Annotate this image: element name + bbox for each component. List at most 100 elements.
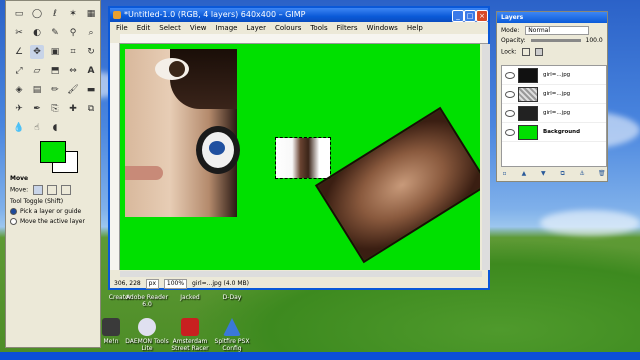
layer-thumbnail bbox=[518, 67, 538, 83]
layer-row[interactable]: girl=...jpg bbox=[502, 104, 606, 123]
close-button[interactable]: × bbox=[476, 10, 488, 22]
eye-icon[interactable] bbox=[505, 90, 515, 98]
lock-alpha-icon[interactable] bbox=[534, 48, 543, 56]
foreground-select-tool-icon[interactable]: ◐ bbox=[30, 26, 44, 40]
tool-toggle-label: Tool Toggle (Shift) bbox=[10, 198, 64, 205]
zoom-tool-icon[interactable]: ⌕ bbox=[84, 26, 98, 40]
layer-row[interactable]: girl=...jpg bbox=[502, 85, 606, 104]
lower-layer-icon[interactable]: ▼ bbox=[540, 170, 547, 177]
menu-view[interactable]: View bbox=[190, 24, 207, 32]
lock-pixels-checkbox[interactable] bbox=[521, 48, 530, 56]
eraser-tool-icon[interactable]: ▬ bbox=[84, 83, 98, 97]
maximize-button[interactable]: □ bbox=[464, 10, 476, 22]
blend-tool-icon[interactable]: ▤ bbox=[30, 83, 44, 97]
anchor-layer-icon[interactable]: ⚓ bbox=[579, 170, 586, 177]
blur-tool-icon[interactable]: 💧 bbox=[12, 121, 26, 135]
move-layer-mode-icon[interactable] bbox=[33, 185, 44, 195]
new-layer-icon[interactable]: ▫ bbox=[501, 170, 508, 177]
clone-tool-icon[interactable]: ⎘ bbox=[48, 102, 62, 116]
measure-tool-icon[interactable]: ∠ bbox=[12, 45, 26, 59]
fuzzy-select-tool-icon[interactable]: ✶ bbox=[66, 7, 80, 21]
align-tool-icon[interactable]: ▣ bbox=[48, 45, 62, 59]
eye-icon[interactable] bbox=[505, 128, 515, 136]
option-pick-layer[interactable]: Pick a layer or guide bbox=[10, 208, 98, 215]
flip-tool-icon[interactable]: ⇔ bbox=[66, 64, 80, 78]
move-selection-mode-icon[interactable] bbox=[46, 185, 57, 195]
dodge-burn-tool-icon[interactable]: ◖ bbox=[48, 121, 62, 135]
opacity-label: Opacity: bbox=[501, 37, 526, 44]
menu-file[interactable]: File bbox=[116, 24, 128, 32]
menu-tools[interactable]: Tools bbox=[310, 24, 327, 32]
color-swatches bbox=[40, 141, 80, 175]
desktop-icon-spitfire-psx[interactable]: Spitfire PSX Config bbox=[207, 318, 257, 352]
layer-name: Background bbox=[543, 129, 581, 135]
eye-icon[interactable] bbox=[505, 71, 515, 79]
unit-select[interactable]: px bbox=[145, 278, 159, 289]
duplicate-layer-icon[interactable]: ⧉ bbox=[559, 170, 566, 177]
smudge-tool-icon[interactable]: ☝ bbox=[30, 121, 44, 135]
zoom-select[interactable]: 100% bbox=[163, 278, 188, 289]
ellipse-select-tool-icon[interactable]: ◯ bbox=[30, 7, 44, 21]
menu-image[interactable]: Image bbox=[216, 24, 238, 32]
layer-rotated-photo[interactable] bbox=[314, 106, 480, 264]
image-window-titlebar[interactable]: *Untitled-1.0 (RGB, 4 layers) 640x400 – … bbox=[110, 8, 488, 22]
delete-layer-icon[interactable]: 🗑 bbox=[598, 170, 606, 177]
desktop-icon-label: DAEMON Tools Lite bbox=[125, 338, 169, 352]
minimize-button[interactable]: _ bbox=[452, 10, 464, 22]
scissors-tool-icon[interactable]: ✂ bbox=[12, 26, 26, 40]
menu-help[interactable]: Help bbox=[407, 24, 423, 32]
portrait-robot-lens bbox=[209, 141, 225, 155]
layer-name: girl=...jpg bbox=[543, 72, 571, 78]
image-canvas[interactable] bbox=[120, 44, 480, 270]
layers-dialog: Layers Mode: Normal Opacity: 100.0 Lock:… bbox=[496, 11, 608, 182]
menu-edit[interactable]: Edit bbox=[137, 24, 151, 32]
vertical-scrollbar[interactable] bbox=[482, 44, 490, 270]
menu-filters[interactable]: Filters bbox=[337, 24, 358, 32]
select-by-color-tool-icon[interactable]: ▦ bbox=[84, 7, 98, 21]
move-tool-icon[interactable]: ✥ bbox=[30, 45, 44, 59]
scale-tool-icon[interactable]: ⤢ bbox=[12, 64, 26, 78]
opacity-value[interactable]: 100.0 bbox=[586, 37, 603, 44]
tool-options-title: Move bbox=[10, 175, 29, 182]
layer-thumbnail bbox=[518, 105, 538, 121]
menu-windows[interactable]: Windows bbox=[367, 24, 398, 32]
layer-small-photo[interactable] bbox=[275, 137, 331, 179]
menubar: File Edit Select View Image Layer Colours Tools… bbox=[110, 22, 488, 34]
foreground-color-swatch[interactable] bbox=[40, 141, 66, 163]
pencil-tool-icon[interactable]: ✏ bbox=[48, 83, 62, 97]
free-select-tool-icon[interactable]: ℓ bbox=[48, 7, 62, 21]
move-mode-row: Move: bbox=[10, 185, 98, 195]
layer-mode-select[interactable]: Normal bbox=[525, 26, 590, 35]
option-move-active-layer[interactable]: Move the active layer bbox=[10, 218, 98, 225]
vertical-ruler bbox=[110, 43, 120, 270]
image-window-title: *Untitled-1.0 (RGB, 4 layers) 640x400 – … bbox=[124, 10, 306, 19]
perspective-clone-tool-icon[interactable]: ⧉ bbox=[84, 102, 98, 116]
eye-icon[interactable] bbox=[505, 109, 515, 117]
menu-colours[interactable]: Colours bbox=[275, 24, 301, 32]
shear-tool-icon[interactable]: ▱ bbox=[30, 64, 44, 78]
ink-tool-icon[interactable]: ✒ bbox=[30, 102, 44, 116]
perspective-tool-icon[interactable]: ⬒ bbox=[48, 64, 62, 78]
menu-select[interactable]: Select bbox=[159, 24, 181, 32]
paintbrush-tool-icon[interactable]: 🖌 bbox=[66, 83, 80, 97]
airbrush-tool-icon[interactable]: ✈ bbox=[12, 102, 26, 116]
paths-tool-icon[interactable]: ✎ bbox=[48, 26, 62, 40]
crop-tool-icon[interactable]: ⌗ bbox=[66, 45, 80, 59]
lock-label: Lock: bbox=[501, 48, 517, 56]
horizontal-scrollbar[interactable] bbox=[120, 271, 482, 277]
heal-tool-icon[interactable]: ✚ bbox=[66, 102, 80, 116]
menu-layer[interactable]: Layer bbox=[246, 24, 266, 32]
opacity-slider[interactable] bbox=[530, 39, 581, 42]
move-path-mode-icon[interactable] bbox=[60, 185, 71, 195]
rect-select-tool-icon[interactable]: ▭ bbox=[12, 7, 26, 21]
layer-row[interactable]: girl=...jpg bbox=[502, 66, 606, 85]
gimp-toolbox: ▭ ◯ ℓ ✶ ▦ ✂ ◐ ✎ ⚲ ⌕ ∠ ✥ ▣ ⌗ ↻ ⤢ ▱ ⬒ ⇔ A … bbox=[5, 0, 101, 348]
rotate-tool-icon[interactable]: ↻ bbox=[84, 45, 98, 59]
text-tool-icon[interactable]: A bbox=[84, 64, 98, 78]
bucket-fill-tool-icon[interactable]: ◈ bbox=[12, 83, 26, 97]
desktop-icon-d-day[interactable]: D-Day bbox=[207, 294, 257, 301]
raise-layer-icon[interactable]: ▲ bbox=[520, 170, 527, 177]
mode-label: Mode: bbox=[501, 27, 520, 34]
color-picker-tool-icon[interactable]: ⚲ bbox=[66, 26, 80, 40]
layer-row[interactable]: Background bbox=[502, 123, 606, 142]
